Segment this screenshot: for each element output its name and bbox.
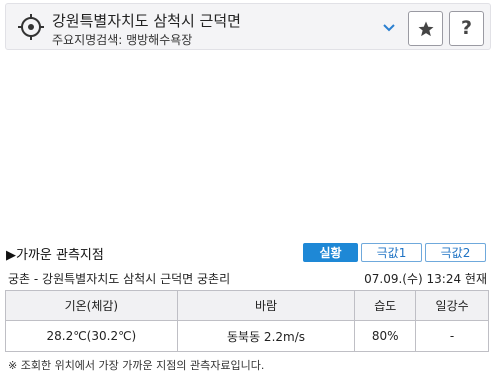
observation-table: 기온(체감) 바람 습도 일강수 28.2℃(30.2℃) 동북동 2.2m/s…: [5, 290, 489, 352]
cell-temperature: 28.2℃(30.2℃): [5, 320, 178, 352]
location-title[interactable]: 강원특별자치도 삼척시 근덕면: [52, 10, 241, 31]
help-button[interactable]: ?: [449, 11, 484, 46]
location-header: 강원특별자치도 삼척시 근덕면 주요지명검색: 맹방해수욕장 ?: [5, 3, 491, 50]
col-temperature: 기온(체감): [5, 290, 178, 321]
station-name: 궁촌 - 강원특별자치도 삼척시 근덕면 궁촌리: [8, 272, 231, 286]
favorite-button[interactable]: [408, 11, 443, 46]
crosshair-icon[interactable]: [18, 14, 44, 40]
table-header-row: 기온(체감) 바람 습도 일강수: [5, 290, 489, 321]
obs-tabs: 실황 극값1 극값2: [303, 243, 486, 262]
tab-current[interactable]: 실황: [303, 243, 358, 262]
star-icon: [418, 21, 433, 36]
question-icon: ?: [460, 17, 473, 39]
cell-precipitation: -: [415, 320, 489, 352]
section-title: ▶가까운 관측지점: [6, 248, 104, 263]
col-wind: 바람: [176, 290, 356, 321]
tab-extreme-2[interactable]: 극값2: [425, 243, 486, 262]
weather-widget: 강원특별자치도 삼척시 근덕면 주요지명검색: 맹방해수욕장 ? ▶가까운 관측…: [0, 0, 496, 375]
place-search-label[interactable]: 주요지명검색: 맹방해수욕장: [52, 31, 192, 48]
chevron-down-icon[interactable]: [382, 23, 396, 33]
col-humidity: 습도: [354, 290, 417, 321]
cell-humidity: 80%: [354, 320, 417, 352]
observation-time: 07.09.(수) 13:24 현재: [364, 272, 487, 286]
table-row: 28.2℃(30.2℃) 동북동 2.2m/s 80% -: [5, 320, 489, 352]
footnote: ※ 조회한 위치에서 가장 가까운 지점의 관측자료입니다.: [8, 359, 265, 372]
col-precipitation: 일강수: [415, 290, 489, 321]
tab-extreme-1[interactable]: 극값1: [361, 243, 422, 262]
cell-wind: 동북동 2.2m/s: [176, 320, 356, 352]
